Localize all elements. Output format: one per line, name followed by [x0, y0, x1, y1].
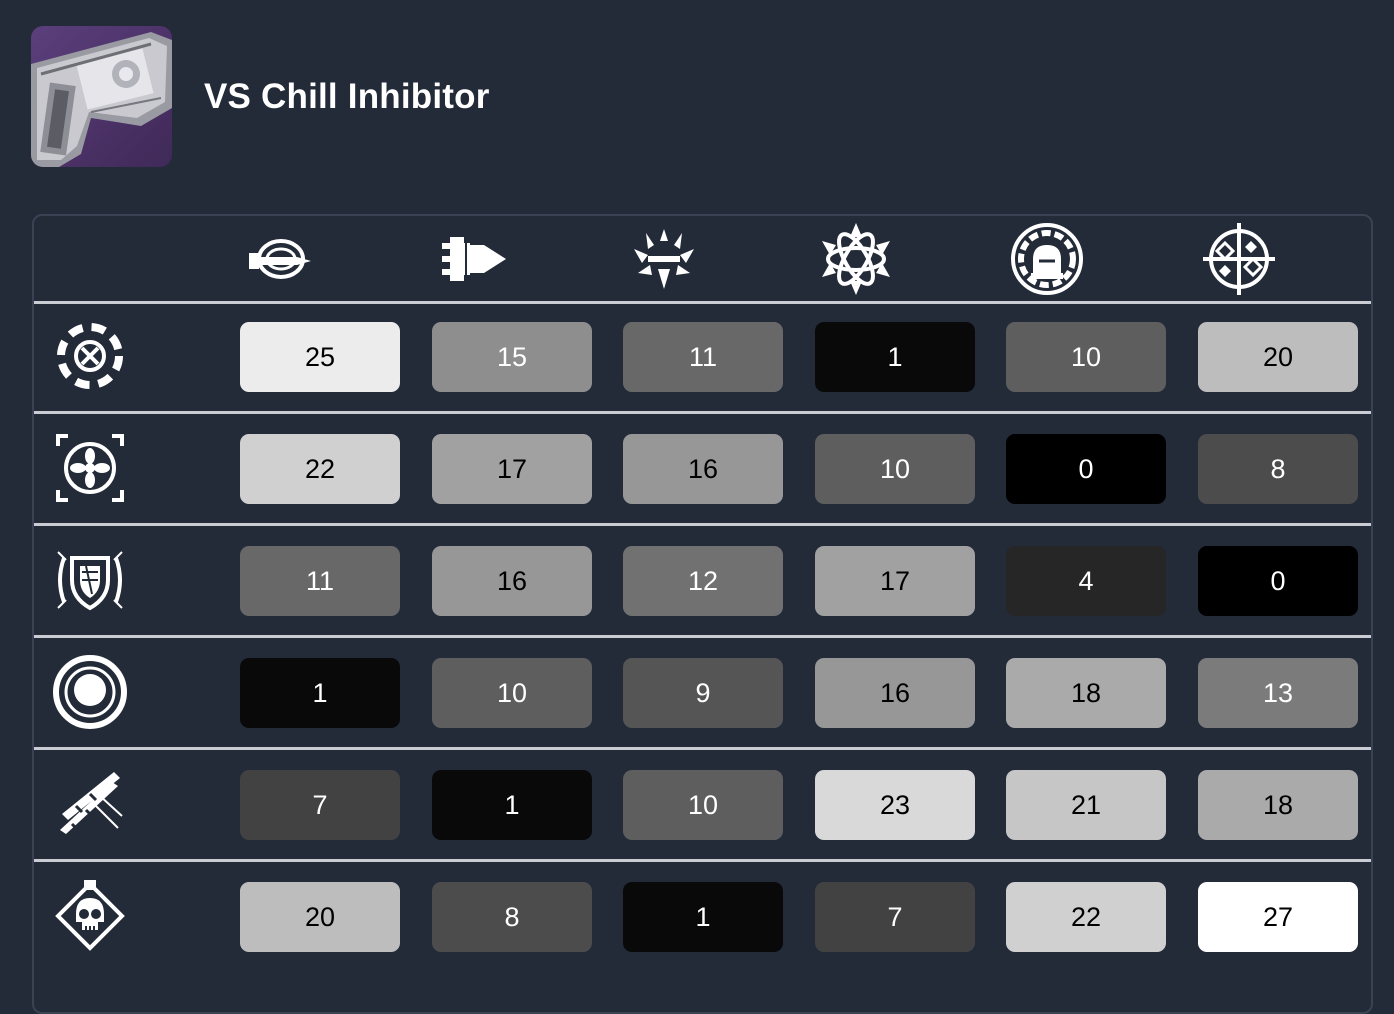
- weapon-header: VS Chill Inhibitor: [31, 26, 490, 167]
- dashed-ring-target-icon: [50, 316, 130, 396]
- matchup-value-cell: 11: [623, 322, 783, 392]
- spiked-atom-icon: [815, 218, 897, 300]
- matchup-value-cell: 20: [1198, 322, 1358, 392]
- matchup-value-cell: 23: [815, 770, 975, 840]
- matchup-row: 22 17 16 10 0 8: [34, 414, 1371, 526]
- crest-shield-icon: [50, 540, 130, 620]
- matchup-value-cell: 7: [240, 770, 400, 840]
- matchup-value-cell: 1: [623, 882, 783, 952]
- matchup-value-cell: 4: [1006, 546, 1166, 616]
- matchup-value-cell: 8: [1198, 434, 1358, 504]
- matchup-value-cell: 15: [432, 322, 592, 392]
- matchup-value-cell: 1: [240, 658, 400, 728]
- matchup-value-cell: 27: [1198, 882, 1358, 952]
- matchup-value-cell: 16: [432, 546, 592, 616]
- shield-arrow-burst-icon: [623, 218, 705, 300]
- matchup-row: 20 8 1 7 22 27: [34, 862, 1371, 971]
- matchup-value-cell: 22: [240, 434, 400, 504]
- weapon-thumbnail: [31, 26, 172, 167]
- matchup-value-cell: 20: [240, 882, 400, 952]
- orb-arrow-icon: [240, 218, 322, 300]
- matchup-value-cell: 1: [432, 770, 592, 840]
- ringed-dot-icon: [50, 652, 130, 732]
- matchup-value-cell: 18: [1198, 770, 1358, 840]
- matchup-value-cell: 13: [1198, 658, 1358, 728]
- matchup-value-cell: 1: [815, 322, 975, 392]
- weapon-title: VS Chill Inhibitor: [204, 76, 490, 116]
- matchup-value-cell: 16: [623, 434, 783, 504]
- grenade-launcher-icon: [31, 32, 172, 167]
- matchup-value-cell: 17: [815, 546, 975, 616]
- matchup-value-cell: 11: [240, 546, 400, 616]
- bullet-stack-icon: [431, 218, 513, 300]
- matchup-value-cell: 12: [623, 546, 783, 616]
- matchup-value-cell: 10: [1006, 322, 1166, 392]
- matchup-value-cell: 22: [1006, 882, 1166, 952]
- matchup-value-cell: 10: [432, 658, 592, 728]
- crosshair-diamond-icon: [1198, 218, 1280, 300]
- matchup-value-cell: 16: [815, 658, 975, 728]
- matchup-value-cell: 10: [815, 434, 975, 504]
- matchup-value-cell: 0: [1006, 434, 1166, 504]
- matchup-value-cell: 8: [432, 882, 592, 952]
- matchup-value-cell: 9: [623, 658, 783, 728]
- skull-diamond-icon: [50, 876, 130, 956]
- matchup-row: 25 15 11 1 10 20: [34, 302, 1371, 414]
- matchup-value-cell: 7: [815, 882, 975, 952]
- column-header-row: [34, 216, 1371, 304]
- matchup-grid: 25 15 11 1 10 20 22 17 16 10 0 8 11 16 1…: [32, 214, 1373, 1014]
- matchup-value-cell: 10: [623, 770, 783, 840]
- matchup-value-cell: 25: [240, 322, 400, 392]
- matchup-value-cell: 0: [1198, 546, 1358, 616]
- gauge-dome-icon: [1006, 218, 1088, 300]
- crossed-rifles-icon: [50, 764, 130, 844]
- matchup-value-cell: 18: [1006, 658, 1166, 728]
- matchup-value-cell: 17: [432, 434, 592, 504]
- matchup-row: 1 10 9 16 18 13: [34, 638, 1371, 750]
- matchup-row: 7 1 10 23 21 18: [34, 750, 1371, 862]
- fan-ring-bracket-icon: [50, 428, 130, 508]
- matchup-row: 11 16 12 17 4 0: [34, 526, 1371, 638]
- matchup-value-cell: 21: [1006, 770, 1166, 840]
